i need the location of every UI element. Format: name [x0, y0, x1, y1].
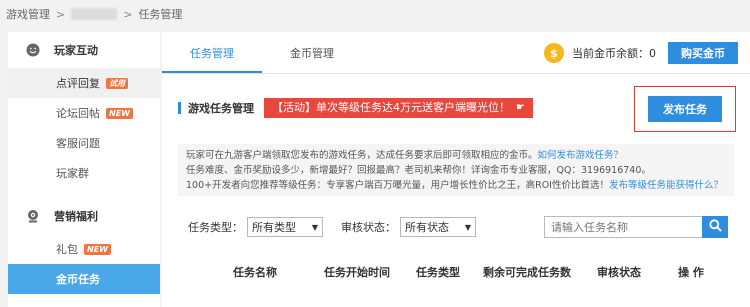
sidebar-item-label: 金币任务: [56, 273, 100, 286]
breadcrumb-separator: >: [56, 7, 66, 21]
review-status-value: 所有状态: [405, 221, 449, 234]
sidebar: 玩家互动 点评回复 试用 论坛回帖 NEW 客服问题 玩家群 营销福利 礼包 N…: [8, 32, 160, 307]
info-line-2: 任务难度、金币奖励设多少，新增最好？回报最高？老司机来帮你！详询金币专业客服，Q…: [186, 165, 651, 176]
trial-badge: 试用: [106, 77, 128, 89]
buy-coins-button[interactable]: 购买金币: [668, 42, 738, 64]
coin-icon: $: [544, 43, 564, 63]
column-header-remaining-count: 剩余可完成任务数: [483, 266, 571, 279]
sidebar-item-customer-questions[interactable]: 客服问题: [8, 128, 160, 158]
sidebar-item-player-group[interactable]: 玩家群: [8, 158, 160, 188]
column-header-task-name: 任务名称: [233, 266, 277, 279]
sidebar-group-title: 玩家互动: [54, 44, 98, 57]
search-icon: [708, 219, 722, 235]
column-header-start-time: 任务开始时间: [324, 266, 390, 279]
task-type-label: 任务类型：: [188, 221, 243, 234]
info-text: 100+开发者向您推荐等级任务：专享客户端百万曝光量，用户增长性价比之王，高RO…: [186, 180, 609, 191]
coin-balance: 当前金币余额：0: [572, 47, 656, 60]
info-line-3: 100+开发者向您推荐等级任务：专享客户端百万曝光量，用户增长性价比之王，高RO…: [186, 178, 728, 193]
breadcrumb-separator: >: [123, 7, 133, 21]
new-badge: NEW: [106, 107, 133, 119]
level-task-benefits-link[interactable]: 发布等级任务能获得什么？: [609, 180, 723, 191]
info-text: 玩家可在九游客户端领取您发布的游戏任务，达成任务要求后即可领取相应的金币。: [186, 150, 538, 161]
sidebar-group-title: 营销福利: [54, 210, 98, 223]
filter-bar: 任务类型： 所有类型 ▼ 审核状态： 所有状态 ▼: [188, 216, 728, 238]
coin-balance-area: $ 当前金币余额：0 购买金币: [544, 42, 738, 64]
section-header: 游戏任务管理 【活动】单次等级任务达4万元送客户端曝光位！ ☛: [178, 98, 533, 118]
tab-bar: 任务管理 金币管理 $ 当前金币余额：0 购买金币: [162, 32, 750, 74]
task-type-value: 所有类型: [252, 221, 296, 234]
sidebar-item-label: 玩家群: [56, 167, 89, 180]
column-header-actions: 操 作: [678, 266, 704, 279]
info-box: 玩家可在九游客户端领取您发布的游戏任务，达成任务要求后即可领取相应的金币。如何发…: [178, 144, 734, 196]
search-button[interactable]: [702, 216, 728, 238]
task-type-select[interactable]: 所有类型 ▼: [247, 217, 323, 237]
tab-coin-management[interactable]: 金币管理: [262, 45, 362, 73]
breadcrumb-root[interactable]: 游戏管理: [6, 6, 50, 22]
sidebar-item-review-reply[interactable]: 点评回复 试用: [8, 68, 160, 98]
how-to-publish-link[interactable]: 如何发布游戏任务？: [538, 150, 624, 161]
sidebar-group-player-interaction: 玩家互动: [8, 32, 160, 68]
task-table-header: 任务名称 任务开始时间 任务类型 剩余可完成任务数 审核状态 操 作: [162, 264, 750, 280]
sidebar-item-label: 礼包: [56, 243, 78, 256]
breadcrumb-game-name-redacted[interactable]: [71, 8, 118, 20]
sidebar-item-label: 论坛回帖: [56, 107, 100, 120]
main-panel: 任务管理 金币管理 $ 当前金币余额：0 购买金币 游戏任务管理 【活动】单次等…: [162, 32, 750, 307]
publish-task-button[interactable]: 发布任务: [648, 96, 722, 122]
review-status-select[interactable]: 所有状态 ▼: [400, 217, 476, 237]
sidebar-item-coin-tasks[interactable]: 金币任务: [8, 264, 160, 294]
task-search-input[interactable]: [544, 216, 702, 238]
webcam-icon: [26, 209, 40, 223]
breadcrumb: 游戏管理 > > 任务管理: [0, 0, 750, 28]
review-status-label: 审核状态：: [341, 221, 396, 234]
section-marker: [178, 102, 181, 114]
sidebar-divider: [8, 188, 160, 198]
smiley-icon: [26, 43, 40, 57]
caret-down-icon: ▼: [311, 222, 318, 232]
sidebar-item-forum-reply[interactable]: 论坛回帖 NEW: [8, 98, 160, 128]
pointer-icon: ☛: [516, 102, 525, 113]
sidebar-item-label: 点评回复: [56, 77, 100, 90]
column-header-task-type: 任务类型: [416, 266, 460, 279]
info-line-1: 玩家可在九游客户端领取您发布的游戏任务，达成任务要求后即可领取相应的金币。如何发…: [186, 148, 728, 163]
promo-text: 【活动】单次等级任务达4万元送客户端曝光位！: [272, 101, 510, 114]
column-header-review-status: 审核状态: [597, 266, 641, 279]
sidebar-item-gift-pack[interactable]: 礼包 NEW: [8, 234, 160, 264]
new-badge: NEW: [84, 243, 111, 255]
breadcrumb-current: 任务管理: [138, 8, 183, 21]
publish-highlight-box: 发布任务: [634, 86, 736, 132]
sidebar-group-marketing: 营销福利: [8, 198, 160, 234]
sidebar-item-label: 客服问题: [56, 137, 100, 150]
section-title: 游戏任务管理: [188, 102, 254, 115]
tab-task-management[interactable]: 任务管理: [162, 45, 262, 73]
promo-banner[interactable]: 【活动】单次等级任务达4万元送客户端曝光位！ ☛: [264, 98, 533, 118]
caret-down-icon: ▼: [464, 222, 471, 232]
search-box: [544, 216, 728, 238]
